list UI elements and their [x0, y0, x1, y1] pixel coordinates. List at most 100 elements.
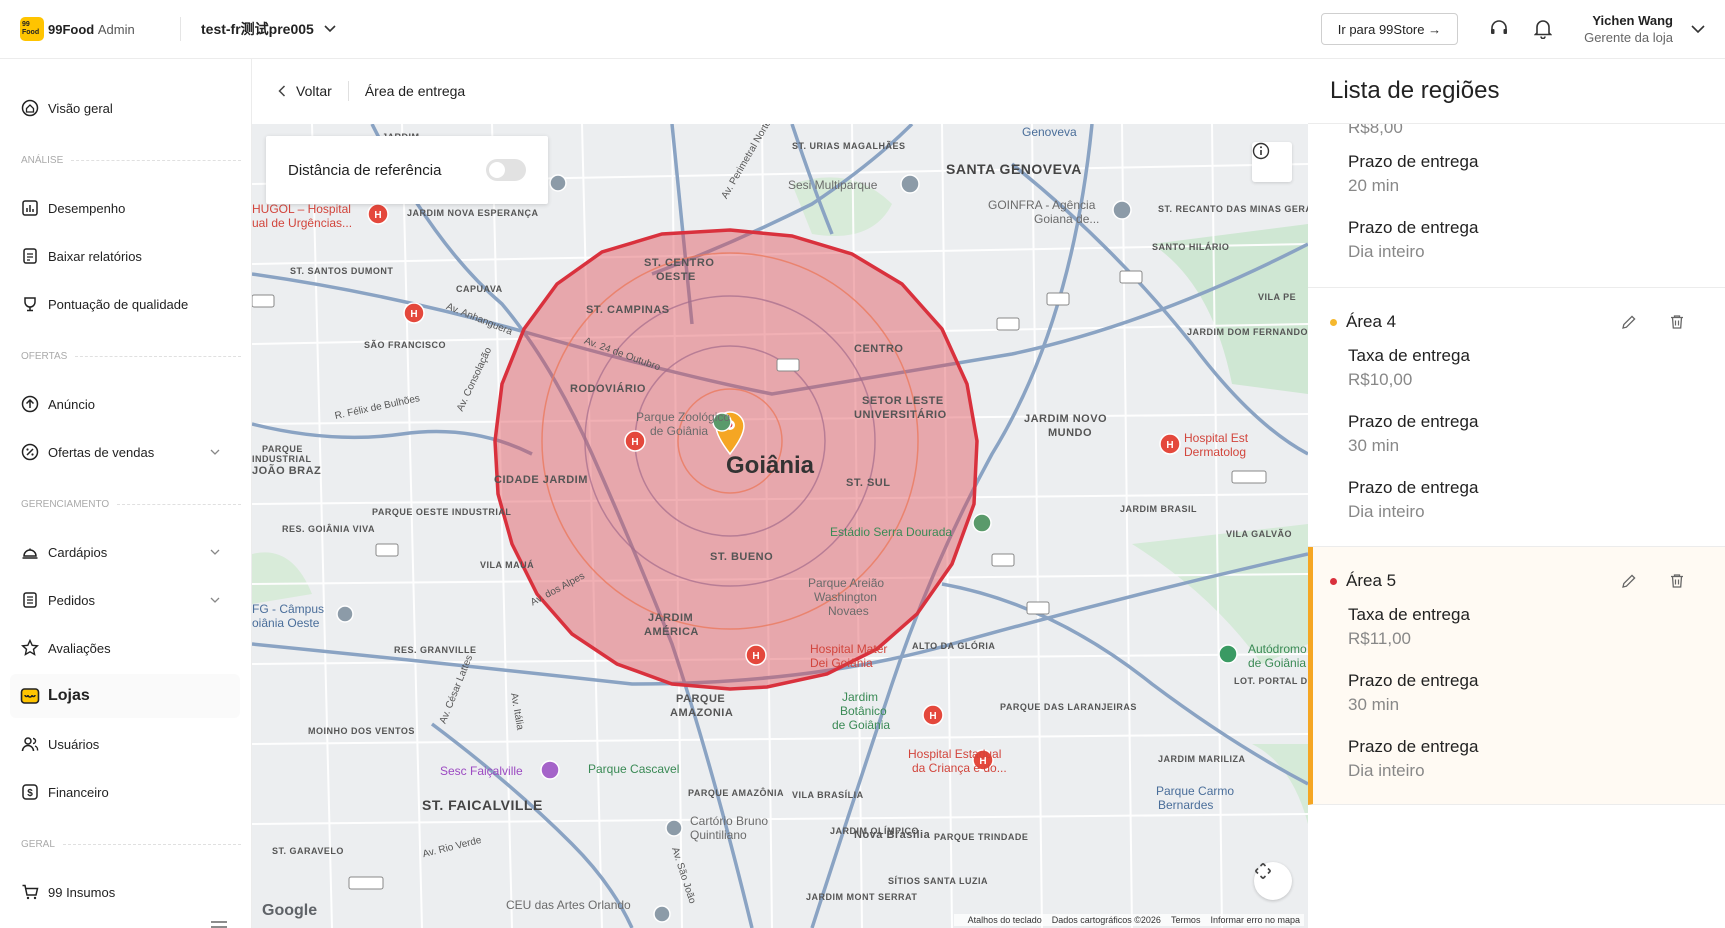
map-label: JARDIM NOVA ESPERANÇA — [407, 208, 539, 218]
map-label: PARQUE — [262, 444, 303, 454]
area-actions — [1591, 571, 1687, 591]
regions-list[interactable]: R$8,00 Prazo de entrega 20 min Prazo de … — [1308, 124, 1725, 928]
svg-text:$: $ — [27, 788, 33, 799]
bell-icon[interactable] — [1532, 18, 1554, 40]
chevron-down-icon — [210, 597, 220, 603]
map-label: JARDIM DOM FERNANDO I — [1187, 327, 1308, 337]
map-label: CEU das Artes Orlando — [506, 898, 631, 912]
brand-suffix: Admin — [97, 21, 135, 37]
sidebar-item-pontuacao-qualidade[interactable]: Pontuação de qualidade — [10, 282, 240, 326]
map-label: Estádio Serra Dourada — [830, 525, 953, 539]
report-error-link[interactable]: Informar erro no mapa — [1210, 915, 1300, 925]
cart-icon — [20, 882, 40, 902]
sidebar-item-avaliacoes[interactable]: Avaliações — [10, 626, 240, 670]
sidebar-item-financeiro[interactable]: $ Financeiro — [10, 770, 240, 814]
back-button[interactable]: Voltar — [278, 83, 332, 99]
sidebar-item-desempenho[interactable]: Desempenho — [10, 186, 240, 230]
area-field: Taxa de entrega R$11,00 — [1348, 605, 1470, 649]
area-header: Área 5 — [1330, 571, 1396, 591]
map-label: PARQUE — [676, 693, 726, 705]
sidebar-item-pedidos[interactable]: Pedidos — [10, 578, 240, 622]
map-label: ST. CENTRO — [644, 257, 715, 269]
map-label: ST. GARAVELO — [272, 846, 344, 856]
field-label: Prazo de entrega — [1348, 737, 1479, 756]
regions-panel: Lista de regiões R$8,00 Prazo de entrega… — [1308, 59, 1725, 928]
svg-text:H: H — [752, 651, 759, 662]
fullscreen-button[interactable] — [1254, 862, 1292, 900]
collapse-sidebar-icon[interactable] — [210, 921, 228, 928]
field-value: R$10,00 — [1348, 370, 1413, 389]
map-label: JOÃO BRAZ — [252, 465, 322, 477]
map-label: LOT. PORTAL DO SOL II — [1234, 676, 1308, 686]
map-label: ST. SUL — [846, 477, 891, 489]
map-label: ALTO DA GLÓRIA — [912, 641, 996, 651]
sidebar-item-99-insumos[interactable]: 99 Insumos — [10, 870, 240, 914]
edit-icon[interactable] — [1619, 312, 1639, 332]
svg-text:H: H — [631, 437, 638, 448]
map-label: JARDIM — [648, 612, 694, 624]
reference-distance-toggle[interactable] — [486, 159, 526, 181]
map-label: Sesc Faiçalville — [440, 764, 523, 778]
users-icon — [20, 734, 40, 754]
delivery-fee-value: R$8,00 — [1348, 124, 1403, 137]
map-label: PARQUE AMAZÔNIA — [688, 788, 784, 798]
sidebar-item-anuncio[interactable]: Anúncio — [10, 382, 240, 426]
brand[interactable]: 99 Food 99Food Admin — [20, 17, 160, 41]
map-label: PARQUE OESTE INDUSTRIAL — [372, 507, 512, 517]
field-value: Dia inteiro — [1348, 761, 1425, 780]
delivery-map[interactable]: HHH HHH H Genoveva SANTA GENOVEVA ST. UR… — [252, 124, 1308, 928]
chevron-down-icon — [210, 549, 220, 555]
delete-icon[interactable] — [1667, 571, 1687, 591]
area-field: Prazo de entrega Dia inteiro — [1348, 478, 1478, 522]
sidebar-item-label: Visão geral — [48, 100, 113, 116]
sidebar-item-visao-geral[interactable]: Visão geral — [10, 86, 240, 130]
field-label: Taxa de entrega — [1348, 605, 1470, 624]
map-label: SETOR LESTE — [862, 395, 944, 407]
map-info-button[interactable] — [1252, 142, 1292, 182]
section-ofertas: OFERTAS — [21, 351, 241, 362]
user-menu[interactable]: Yichen Wang Gerente da loja — [1584, 13, 1673, 45]
chevron-down-icon — [324, 25, 336, 33]
edit-icon[interactable] — [1619, 571, 1639, 591]
keyboard-shortcuts-link[interactable]: Atalhos do teclado — [968, 915, 1042, 925]
chevron-down-icon[interactable] — [1691, 24, 1705, 34]
header-divider — [180, 17, 181, 41]
map-label: AMÉRICA — [644, 626, 699, 638]
area-card-5[interactable]: Área 5 Taxa de entrega R$11,00 Prazo de … — [1308, 547, 1725, 805]
map-label: da Criança e do... — [912, 761, 1007, 775]
area-field: Prazo de entrega Dia inteiro — [1348, 218, 1478, 262]
go-to-99store-button[interactable]: Ir para 99Store → — [1320, 13, 1459, 45]
map-label: SANTA GENOVEVA — [946, 161, 1082, 177]
field-label: Prazo de entrega — [1348, 218, 1479, 237]
reference-distance-card: Distância de referência — [266, 136, 548, 204]
sidebar-item-ofertas-vendas[interactable]: Ofertas de vendas — [10, 430, 240, 474]
map-label: RODOVIÁRIO — [570, 383, 646, 395]
store-name: test-fr测试pre005 — [201, 21, 314, 37]
sidebar-item-label: Cardápios — [48, 544, 108, 560]
terms-link[interactable]: Termos — [1171, 915, 1201, 925]
store-selector[interactable]: test-fr测试pre005 — [201, 19, 336, 39]
delete-icon[interactable] — [1667, 312, 1687, 332]
sidebar-item-usuarios[interactable]: Usuários — [10, 722, 240, 766]
map-label: Washington — [814, 590, 877, 604]
map-label: Sesi Multiparque — [788, 178, 878, 192]
map-label: oiânia Oeste — [252, 616, 320, 630]
map-label: Parque Carmo — [1156, 784, 1235, 798]
map-label: Hospital Estadual — [908, 747, 1002, 761]
sidebar-item-cardapios[interactable]: Cardápios — [10, 530, 240, 574]
sidebar-item-lojas[interactable]: Lojas — [10, 674, 240, 718]
support-icon[interactable] — [1488, 18, 1510, 40]
map-label: SÃO FRANCISCO — [364, 340, 447, 350]
area-name: Área 5 — [1346, 571, 1397, 590]
header-actions: Ir para 99Store → Yichen Wang Gerente da… — [1320, 13, 1725, 45]
report-icon — [20, 246, 40, 266]
map-label: Goiana de... — [1034, 212, 1100, 226]
map-label: PARQUE DAS LARANJEIRAS — [1000, 702, 1137, 712]
map-label: FG - Câmpus — [252, 602, 325, 616]
area-card-4[interactable]: Área 4 Taxa de entrega R$10,00 Prazo de … — [1308, 288, 1725, 547]
sidebar-item-baixar-relatorios[interactable]: Baixar relatórios — [10, 234, 240, 278]
brand-name-text: 99Food — [48, 21, 95, 37]
field-value: R$11,00 — [1348, 629, 1412, 648]
map-label: Dermatolog — [1184, 445, 1247, 459]
field-value: 20 min — [1348, 176, 1400, 195]
